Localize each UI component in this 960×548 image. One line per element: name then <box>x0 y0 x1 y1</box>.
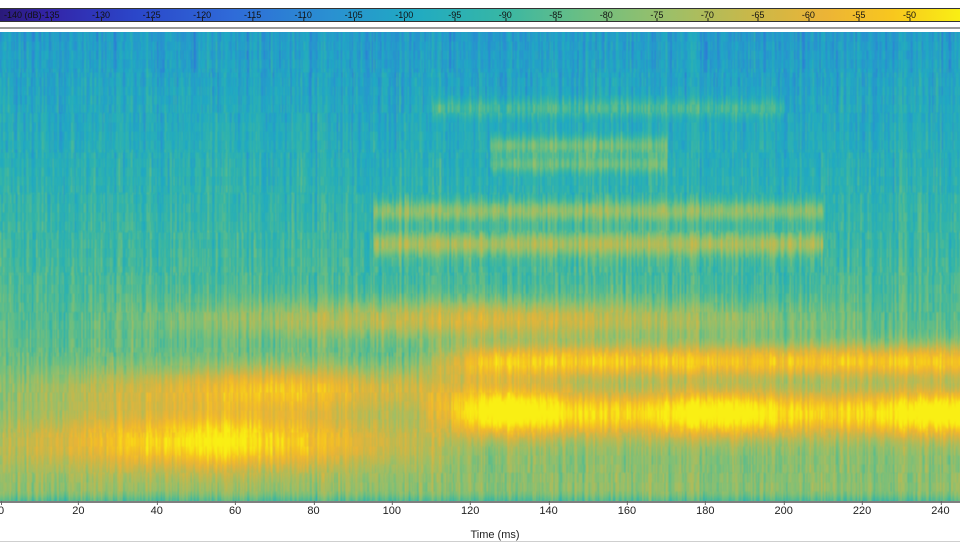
time-axis-tick: 180 <box>696 501 715 517</box>
time-axis-tick: 40 <box>150 501 163 517</box>
bottom-divider <box>0 541 960 542</box>
time-axis-tick: 120 <box>461 501 480 517</box>
time-axis-label: Time (ms) <box>470 529 520 541</box>
time-axis-tick: 60 <box>228 501 242 517</box>
color-scale-bar <box>0 8 960 22</box>
time-axis-tick: 140 <box>539 501 558 517</box>
time-axis-tick: 100 <box>382 501 402 517</box>
time-axis-tick: 20 <box>72 501 85 517</box>
time-axis-tick: 160 <box>617 501 637 517</box>
time-axis-tick: 200 <box>774 501 793 517</box>
spectrogram-panel[interactable] <box>0 27 960 503</box>
time-axis-tick: 240 <box>931 501 950 517</box>
time-axis-tick: 0 <box>0 501 5 517</box>
time-axis-tick: 80 <box>307 501 320 517</box>
time-axis-tick: 220 <box>852 501 872 517</box>
spectrogram-canvas[interactable] <box>0 32 960 501</box>
spectrogram-window: -140 (dB) -135 -130 -125 -120 -115 -110 -105 -1… <box>0 0 960 548</box>
